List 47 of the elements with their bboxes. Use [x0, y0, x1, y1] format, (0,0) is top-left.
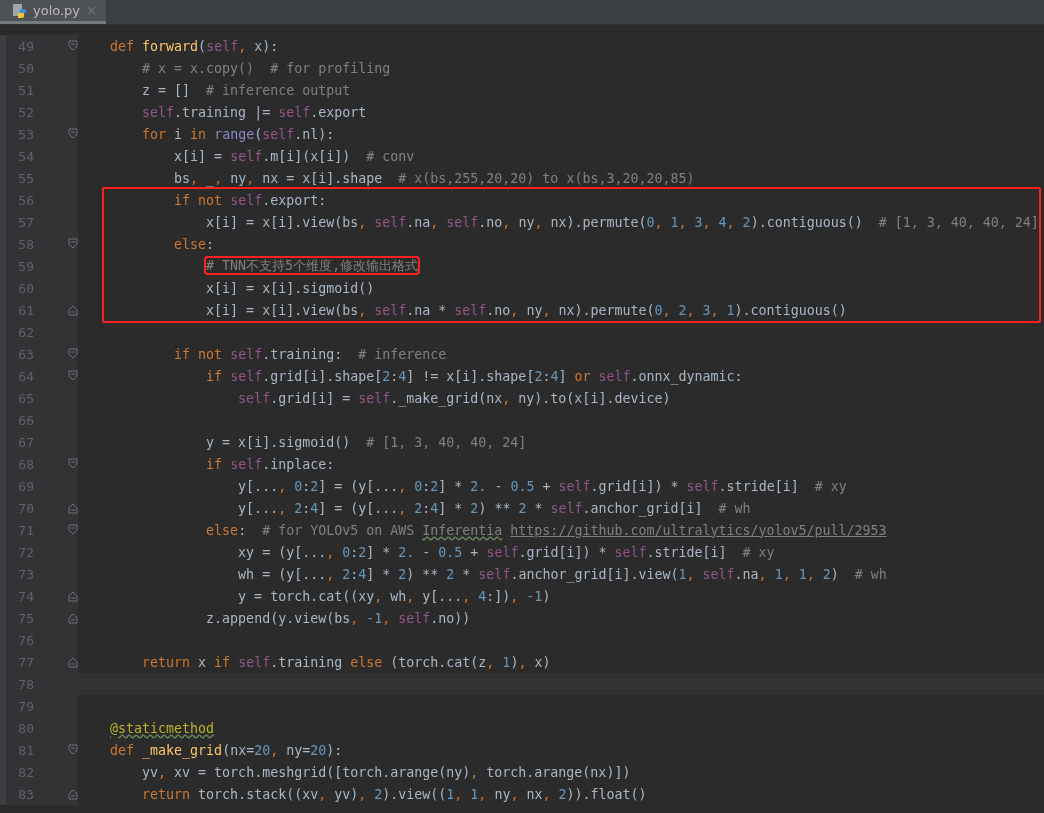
code-line: y = x[i].sigmoid() # [1, 3, 40, 40, 24] [205, 434, 527, 450]
code-line: x[i] = self.m[i](x[i]) # conv [173, 148, 415, 164]
code-line: z.append(y.view(bs, -1, self.no)) [205, 610, 471, 626]
code-line: self.training |= self.export [141, 104, 367, 120]
code-line: return x if self.training else (torch.cat(z, 1), x) [141, 654, 551, 670]
fold-marker-icon[interactable] [68, 524, 78, 536]
code-line: else: [173, 236, 215, 252]
code-line: # TNN不支持5个维度,修改输出格式 [205, 257, 419, 275]
code-line: self.grid[i] = self._make_grid(nx, ny).to(x[i].device) [237, 390, 671, 406]
file-tab[interactable]: yolo.py [0, 0, 107, 24]
code-line: @staticmethod [109, 720, 215, 736]
fold-marker-icon[interactable] [68, 458, 78, 470]
code-line: else: # for YOLOv5 on AWS Inferentia https://github.com/ultralytics/yolov5/pull/2953 [205, 522, 887, 538]
code-line: wh = (y[..., 2:4] * 2) ** 2 * self.anchor_grid[i].view(1, self.na, 1, 1, 2) # wh [237, 566, 887, 582]
fold-marker-icon[interactable] [68, 656, 78, 668]
fold-marker-icon[interactable] [68, 788, 78, 800]
code-line: x[i] = x[i].view(bs, self.na, self.no, ny, nx).permute(0, 1, 3, 4, 2).contiguous() # [1, 3, 40, 40, 24] [205, 214, 1039, 230]
code-line: for i in range(self.nl): [141, 126, 335, 142]
code-line: x[i] = x[i].view(bs, self.na * self.no, ny, nx).permute(0, 2, 3, 1).contiguous() [205, 302, 847, 318]
python-file-icon [12, 2, 28, 19]
fold-marker-icon[interactable] [68, 502, 78, 514]
code-line: return torch.stack((xv, yv), 2).view((1, 1, ny, nx, 2)).float() [141, 786, 647, 802]
code-line: # x = x.copy() # for profiling [141, 60, 391, 76]
code-line: if self.grid[i].shape[2:4] != x[i].shape[2:4] or self.onnx_dynamic: [205, 368, 743, 384]
fold-marker-icon[interactable] [68, 348, 78, 360]
code-line: if not self.export: [173, 192, 327, 208]
fold-marker-icon[interactable] [68, 128, 78, 140]
code-line: y = torch.cat((xy, wh, y[..., 4:]), -1) [237, 588, 551, 604]
fold-marker-icon[interactable] [68, 744, 78, 756]
code-line: def _make_grid(nx=20, ny=20): [109, 742, 343, 758]
code-line: yv, xv = torch.meshgrid([torch.arange(ny), torch.arange(nx)]) [141, 764, 631, 780]
code-line: def forward(self, x): [109, 38, 279, 54]
fold-marker-icon[interactable] [68, 304, 78, 316]
fold-marker-icon[interactable] [68, 612, 78, 624]
code-line: xy = (y[..., 0:2] * 2. - 0.5 + self.grid[i]) * self.stride[i] # xy [237, 544, 775, 560]
fold-marker-icon[interactable] [68, 40, 78, 52]
tab-title: yolo.py [33, 3, 81, 18]
code-line: if self.inplace: [205, 456, 335, 472]
code-line: if not self.training: # inference [173, 346, 447, 362]
code-line: y[..., 0:2] = (y[..., 0:2] * 2. - 0.5 + self.grid[i]) * self.stride[i] # xy [237, 478, 847, 494]
fold-marker-icon[interactable] [68, 590, 78, 602]
fold-marker-icon[interactable] [68, 370, 78, 382]
fold-marker-icon[interactable] [68, 238, 78, 250]
code-line: y[..., 2:4] = (y[..., 2:4] * 2) ** 2 * self.anchor_grid[i] # wh [237, 500, 751, 516]
code-line: z = [] # inference output [141, 82, 351, 98]
code-line: x[i] = x[i].sigmoid() [205, 280, 375, 296]
code-line: bs, _, ny, nx = x[i].shape # x(bs,255,20,20) to x(bs,3,20,20,85) [173, 170, 695, 186]
